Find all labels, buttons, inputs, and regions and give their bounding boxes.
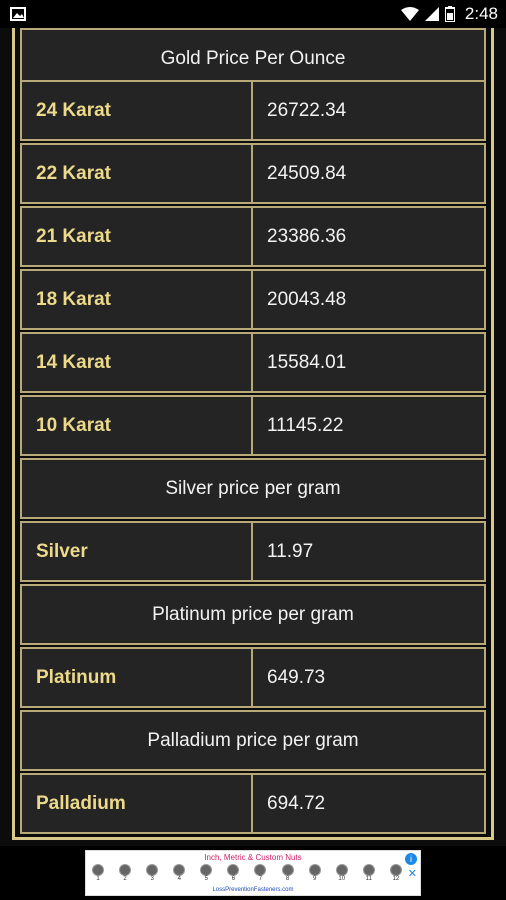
karat-price: 15584.01: [251, 332, 486, 393]
nut-image: [308, 864, 321, 876]
nut-image: [227, 864, 240, 876]
ad-product: 5: [200, 864, 213, 882]
nut-image: [335, 864, 348, 876]
ad-product: 2: [119, 864, 132, 882]
silver-price: 11.97: [251, 521, 486, 582]
palladium-label: Palladium: [20, 773, 255, 834]
clock: 2:48: [464, 4, 498, 23]
palladium-header-row: Palladium price per gram: [20, 710, 486, 771]
nut-image: [119, 864, 132, 876]
ad-product-number: 4: [177, 876, 181, 882]
karat-price: 20043.48: [251, 269, 486, 330]
silver-header: Silver price per gram: [20, 458, 486, 519]
wifi-icon: [400, 7, 419, 21]
ad-close-icon[interactable]: ✕: [408, 867, 417, 880]
ad-product: 1: [92, 864, 104, 882]
palladium-price: 694.72: [251, 773, 486, 834]
platinum-price: 649.73: [251, 647, 486, 708]
karat-price: 24509.84: [251, 143, 486, 204]
nut-image: [254, 864, 267, 876]
karat-price: 11145.22: [251, 395, 486, 456]
ad-product-number: 12: [392, 876, 400, 882]
signal-icon: [424, 7, 439, 21]
ad-product-number: 7: [258, 876, 263, 882]
ad-product-strip: 1 2 3 4 5 6 7 8 9 10 11 12: [92, 864, 402, 882]
karat-price: 26722.34: [251, 80, 486, 141]
ad-product-number: 3: [150, 876, 154, 882]
karat-label: 22 Karat: [20, 143, 255, 204]
ad-product: 6: [227, 864, 240, 882]
ad-product-number: 9: [312, 876, 317, 882]
nut-image: [173, 864, 186, 876]
karat-price: 23386.36: [251, 206, 486, 267]
karat-label: 21 Karat: [20, 206, 255, 267]
table-row: 21 Karat 23386.36: [20, 206, 486, 267]
ad-banner[interactable]: Inch, Metric & Custom Nuts 1 2 3 4 5 6 7…: [85, 850, 421, 896]
nut-image: [389, 864, 402, 876]
battery-icon: [444, 6, 455, 22]
ad-product: 8: [281, 864, 294, 882]
ad-product-number: 10: [338, 876, 346, 882]
price-table: Gold Price Per Ounce 24 Karat 26722.34 2…: [12, 28, 494, 840]
ad-product-number: 6: [231, 876, 236, 882]
image-notification-icon: [10, 7, 26, 21]
table-row: Silver 11.97: [20, 521, 486, 582]
table-row: Platinum 649.73: [20, 647, 486, 708]
palladium-header: Palladium price per gram: [20, 710, 486, 771]
platinum-label: Platinum: [20, 647, 255, 708]
ad-product-number: 2: [123, 876, 127, 882]
ad-product-number: 5: [204, 876, 208, 882]
ad-url: LossPreventionFasteners.com: [212, 887, 294, 893]
platinum-header: Platinum price per gram: [20, 584, 486, 645]
karat-label: 10 Karat: [20, 395, 255, 456]
karat-label: 24 Karat: [20, 80, 255, 141]
karat-label: 18 Karat: [20, 269, 255, 330]
ad-banner-bar: Inch, Metric & Custom Nuts 1 2 3 4 5 6 7…: [0, 846, 506, 900]
silver-label: Silver: [20, 521, 255, 582]
nut-image: [146, 864, 159, 876]
table-row: 14 Karat 15584.01: [20, 332, 486, 393]
ad-product: 12: [389, 864, 402, 882]
ad-product: 11: [362, 864, 375, 882]
ad-title: Inch, Metric & Custom Nuts: [204, 853, 302, 862]
platinum-header-row: Platinum price per gram: [20, 584, 486, 645]
ad-product-number: 1: [96, 876, 100, 882]
table-row: Palladium 694.72: [20, 773, 486, 834]
nut-image: [362, 864, 375, 876]
table-row: 10 Karat 11145.22: [20, 395, 486, 456]
table-row: 24 Karat 26722.34: [20, 80, 486, 141]
table-row: 18 Karat 20043.48: [20, 269, 486, 330]
ad-product: 9: [308, 864, 321, 882]
ad-product: 10: [335, 864, 348, 882]
ad-product: 7: [254, 864, 267, 882]
ad-product-number: 8: [285, 876, 290, 882]
karat-label: 14 Karat: [20, 332, 255, 393]
ad-info-icon[interactable]: i: [405, 853, 417, 865]
nut-image: [92, 864, 104, 876]
table-row: 22 Karat 24509.84: [20, 143, 486, 204]
silver-header-row: Silver price per gram: [20, 458, 486, 519]
ad-product: 3: [146, 864, 159, 882]
ad-product-number: 11: [365, 876, 372, 882]
nut-image: [281, 864, 294, 876]
nut-image: [200, 864, 213, 876]
ad-product: 4: [173, 864, 186, 882]
status-bar: 2:48: [0, 0, 506, 28]
